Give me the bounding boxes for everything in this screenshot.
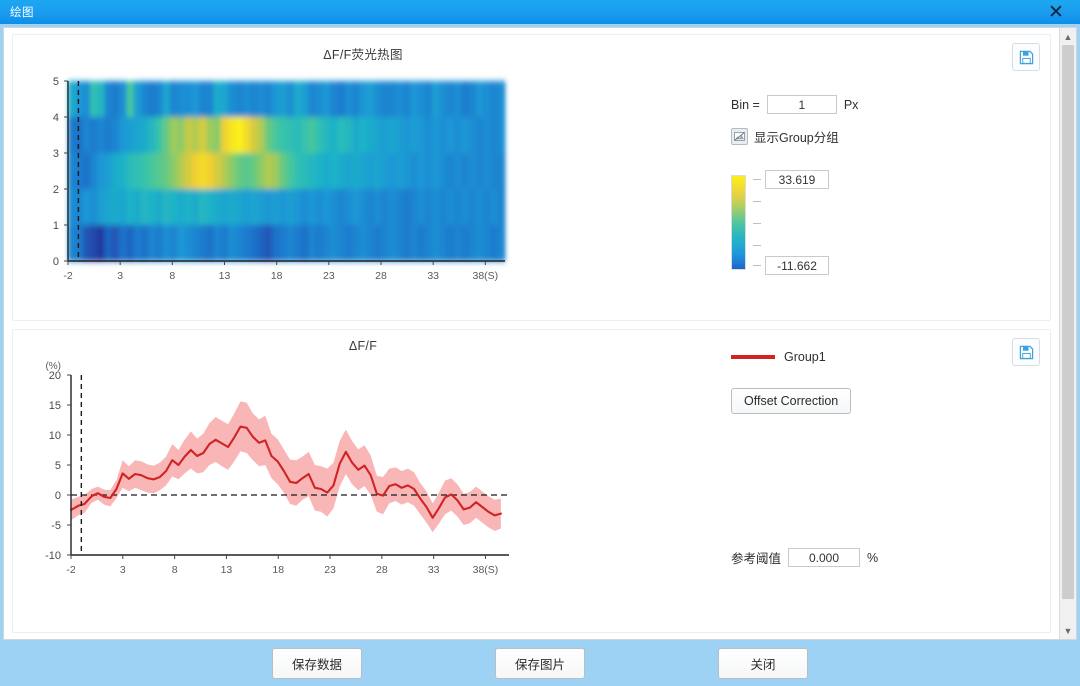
threshold-unit: % (867, 550, 879, 565)
footer-bar: 保存数据 保存图片 关闭 (0, 640, 1080, 686)
svg-text:33: 33 (428, 564, 440, 576)
colorbar-tick (753, 223, 761, 224)
heatmap-panel: ΔF/F荧光热图 0 1 2 3 4 5 -2 3 8 13 18 23 28 33 38(S) (12, 34, 1051, 321)
line-title: ΔF/F (348, 339, 378, 353)
colorbar-min-input[interactable]: -11.662 (765, 256, 829, 275)
bin-control: Bin = 1 Px (731, 95, 858, 114)
svg-text:15: 15 (49, 400, 61, 412)
svg-text:13: 13 (219, 270, 231, 282)
colorbar: 33.619 -11.662 (731, 170, 829, 275)
scrollbar-thumb[interactable] (1062, 45, 1074, 599)
svg-text:1: 1 (53, 220, 59, 232)
offset-correction-button[interactable]: Offset Correction (731, 388, 852, 414)
line-panel: ΔF/F -10 -5 0 5 10 15 20 (%) -2 3 8 13 18 23 28 33 38(S) (12, 329, 1051, 633)
svg-text:5: 5 (55, 460, 61, 472)
colorbar-tick (753, 179, 761, 180)
svg-text:8: 8 (172, 564, 178, 576)
svg-text:18: 18 (271, 270, 283, 282)
line-chart-column: ΔF/F -10 -5 0 5 10 15 20 (%) -2 3 8 13 18 23 28 33 38(S) (13, 330, 713, 632)
vertical-scrollbar[interactable]: ▲ ▼ (1059, 28, 1076, 639)
svg-text:3: 3 (53, 148, 59, 160)
plot-window: 绘图 ✕ ΔF/F荧光热图 0 1 2 3 4 5 -2 3 8 13 18 23 28 33 38(S) (0, 0, 1080, 686)
group-toggle[interactable]: 显示Group分组 (731, 127, 839, 146)
svg-text:13: 13 (221, 564, 233, 576)
svg-text:-5: -5 (51, 520, 61, 532)
colorbar-gradient (731, 175, 746, 270)
title-bar: 绘图 ✕ (0, 0, 1080, 24)
heatmap-plot: 0 1 2 3 4 5 -2 3 8 13 18 23 28 33 38(S) (13, 63, 713, 318)
svg-text:-10: -10 (45, 550, 61, 562)
image-group-icon (731, 128, 748, 145)
floppy-glyph (1019, 345, 1033, 359)
svg-text:33: 33 (427, 270, 439, 282)
svg-text:3: 3 (120, 564, 126, 576)
svg-text:0: 0 (55, 490, 61, 502)
save-image-button[interactable]: 保存图片 (495, 647, 585, 679)
colorbar-tick (753, 201, 761, 202)
chevron-up-icon[interactable]: ▲ (1060, 28, 1076, 45)
legend-group1: Group1 (731, 350, 826, 364)
line-plot: -10 -5 0 5 10 15 20 (%) -2 3 8 13 18 23 28 33 38(S) (13, 353, 713, 618)
heatmap-svg: 012345-2 3 8 13 18 23 28 33 38(S) (53, 76, 506, 282)
svg-text:4: 4 (53, 112, 59, 124)
svg-text:3: 3 (117, 270, 123, 282)
svg-text:8: 8 (169, 270, 175, 282)
svg-text:-2: -2 (63, 270, 72, 282)
scrollbar-track[interactable] (1060, 45, 1076, 622)
svg-text:5: 5 (53, 76, 59, 88)
heatmap-title: ΔF/F荧光热图 (323, 48, 403, 62)
scroll-content: ΔF/F荧光热图 0 1 2 3 4 5 -2 3 8 13 18 23 28 33 38(S) (3, 27, 1077, 640)
svg-text:(%): (%) (45, 361, 61, 372)
svg-text:28: 28 (375, 270, 387, 282)
panels-container: ΔF/F荧光热图 0 1 2 3 4 5 -2 3 8 13 18 23 28 33 38(S) (4, 28, 1059, 639)
svg-text:18: 18 (272, 564, 284, 576)
group-toggle-label: 显示Group分组 (754, 131, 839, 145)
threshold-label: 参考阈值 (731, 552, 782, 566)
close-icon[interactable]: ✕ (1040, 0, 1072, 24)
heatmap-controls: Bin = 1 Px 显示Group分组 33.619 -11.662 (713, 35, 1050, 320)
bin-unit: Px (843, 97, 859, 112)
save-floppy-icon[interactable] (1012, 338, 1040, 366)
threshold-control: 参考阈值 0.000 % (731, 548, 878, 567)
save-data-button[interactable]: 保存数据 (272, 647, 362, 679)
svg-text:10: 10 (49, 430, 61, 442)
svg-text:23: 23 (324, 564, 336, 576)
colorbar-max-input[interactable]: 33.619 (765, 170, 829, 189)
threshold-input[interactable]: 0.000 (788, 548, 861, 567)
svg-text:-2: -2 (66, 564, 75, 576)
svg-text:28: 28 (376, 564, 388, 576)
window-title: 绘图 (10, 7, 34, 19)
svg-text:38(S): 38(S) (472, 270, 498, 282)
svg-text:2: 2 (53, 184, 59, 196)
svg-text:38(S): 38(S) (473, 564, 499, 576)
line-svg: -10-505101520(%)-2 3 8 13 18 23 28 33 38(S) (45, 361, 509, 576)
heatmap-chart-column: ΔF/F荧光热图 0 1 2 3 4 5 -2 3 8 13 18 23 28 33 38(S) (13, 35, 713, 320)
line-controls: Group1 Offset Correction 参考阈值 0.000 % (713, 330, 1050, 632)
svg-text:0: 0 (53, 256, 59, 268)
bin-label: Bin = (731, 97, 760, 112)
colorbar-tick (753, 265, 761, 266)
image-group-glyph (734, 132, 745, 141)
window-body: ΔF/F荧光热图 0 1 2 3 4 5 -2 3 8 13 18 23 28 33 38(S) (0, 24, 1080, 640)
legend-color-swatch (731, 355, 775, 359)
svg-text:23: 23 (323, 270, 335, 282)
colorbar-tick (753, 245, 761, 246)
chevron-down-icon[interactable]: ▼ (1060, 622, 1076, 639)
bin-input[interactable]: 1 (766, 95, 837, 114)
legend-label: Group1 (784, 350, 826, 364)
save-floppy-icon[interactable] (1012, 43, 1040, 71)
close-button[interactable]: 关闭 (718, 647, 808, 679)
floppy-glyph (1019, 50, 1033, 64)
